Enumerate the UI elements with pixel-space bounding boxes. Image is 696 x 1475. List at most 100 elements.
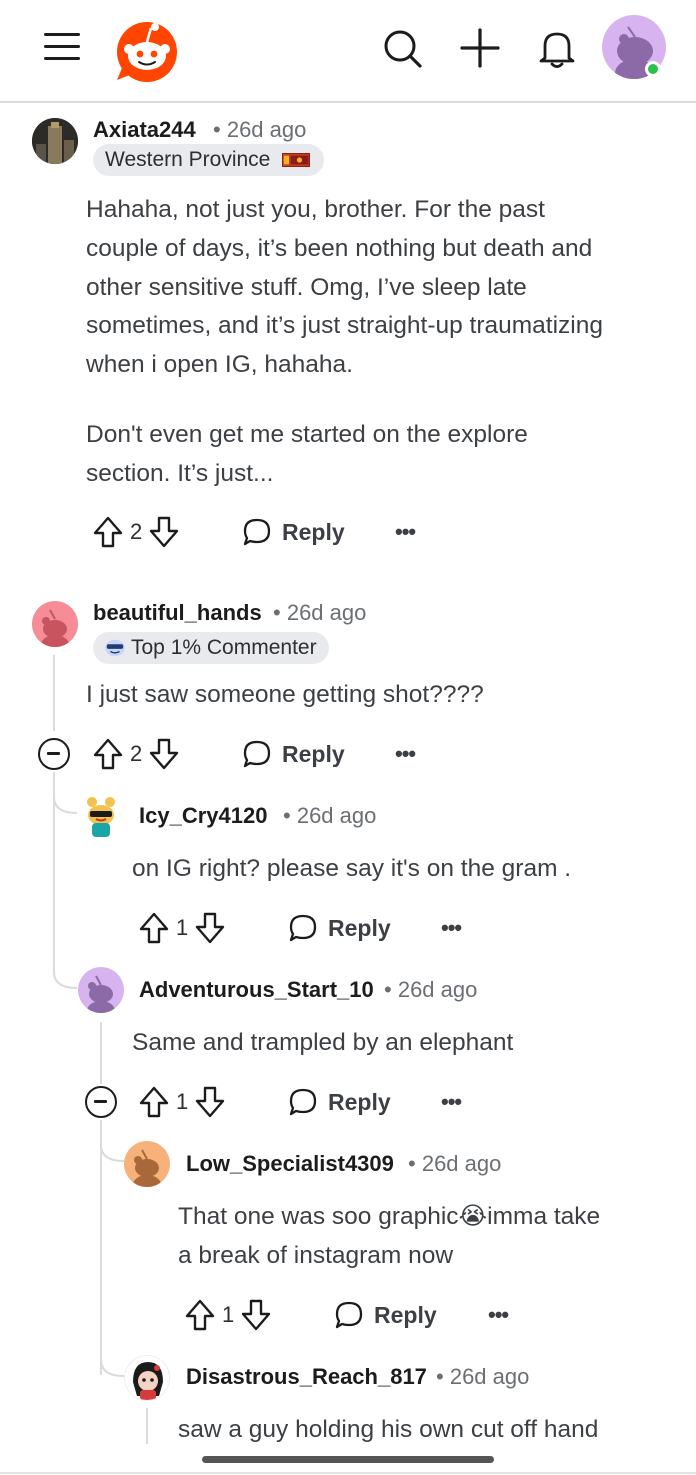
vote-count: 2 bbox=[130, 519, 143, 544]
comment-username[interactable]: Axiata244 bbox=[93, 117, 196, 143]
vote-controls: 1 bbox=[138, 908, 226, 948]
flair-text: Top 1% Commenter bbox=[131, 636, 317, 659]
upvote-icon[interactable] bbox=[138, 1085, 170, 1119]
comment-body: I just saw someone getting shot???? bbox=[86, 676, 484, 715]
comment-line bbox=[86, 385, 603, 416]
reply-button[interactable]: Reply bbox=[334, 1295, 437, 1335]
comment-age: • 26d ago bbox=[384, 977, 478, 1002]
flair-text: Western Province bbox=[105, 148, 271, 171]
thread-connector bbox=[53, 950, 78, 989]
comment-username[interactable]: Disastrous_Reach_817 bbox=[186, 1364, 427, 1390]
top-app-bar bbox=[0, 0, 696, 103]
upvote-icon[interactable] bbox=[138, 911, 170, 945]
home-indicator[interactable] bbox=[202, 1456, 494, 1463]
downvote-icon[interactable] bbox=[194, 1085, 226, 1119]
comment-age: • 26d ago bbox=[436, 1364, 530, 1389]
comment-username[interactable]: beautiful_hands bbox=[93, 600, 262, 626]
comment-age: • 26d ago bbox=[283, 803, 377, 828]
comment-age-text: 26d ago bbox=[449, 1364, 530, 1389]
vote-count: 1 bbox=[176, 1089, 189, 1114]
hamburger-menu-icon[interactable] bbox=[44, 33, 80, 61]
avatar[interactable] bbox=[32, 601, 78, 647]
comment-body: saw a guy holding his own cut off hand bbox=[178, 1411, 598, 1450]
search-icon[interactable] bbox=[380, 26, 424, 70]
comment-line: section. It’s just... bbox=[86, 459, 274, 487]
comment-line: Hahaha, not just you, brother. For the p… bbox=[86, 196, 545, 223]
more-options-icon[interactable]: ••• bbox=[395, 741, 416, 767]
thread-line bbox=[100, 1022, 102, 1084]
reply-label: Reply bbox=[282, 518, 345, 545]
comment-bubble-icon bbox=[243, 518, 271, 546]
more-options-icon[interactable]: ••• bbox=[488, 1302, 509, 1328]
comment-line: Same and trampled by an elephant bbox=[132, 1029, 514, 1056]
comment-age: • 26d ago bbox=[408, 1151, 502, 1176]
collapse-thread-icon[interactable] bbox=[85, 1086, 117, 1118]
reply-button[interactable]: Reply bbox=[288, 1082, 391, 1122]
comment-line: other sensitive stuff. Omg, I’ve sleep l… bbox=[86, 273, 527, 301]
avatar[interactable] bbox=[124, 1355, 170, 1401]
comment-line: sometimes, and it’s just straight-up tra… bbox=[86, 312, 603, 340]
vote-controls: 1 bbox=[138, 1082, 226, 1122]
top-commenter-icon bbox=[105, 639, 125, 657]
comment-age-text: 26d ago bbox=[397, 977, 478, 1002]
thread-connector bbox=[100, 1123, 125, 1162]
comment-line: a break of instagram now bbox=[178, 1241, 454, 1269]
vote-count: 1 bbox=[176, 915, 189, 940]
user-flair: Top 1% Commenter bbox=[93, 632, 329, 664]
plus-icon[interactable] bbox=[458, 26, 502, 70]
avatar[interactable] bbox=[124, 1141, 170, 1187]
comment-age-text: 26d ago bbox=[226, 117, 307, 142]
downvote-icon[interactable] bbox=[194, 911, 226, 945]
reply-button[interactable]: Reply bbox=[288, 908, 391, 948]
downvote-icon[interactable] bbox=[148, 515, 180, 549]
comment-line: I just saw someone getting shot???? bbox=[86, 681, 484, 708]
more-options-icon[interactable]: ••• bbox=[441, 1089, 462, 1115]
avatar[interactable] bbox=[32, 118, 78, 164]
bottom-divider bbox=[0, 1472, 696, 1474]
vote-controls: 2 bbox=[92, 734, 180, 774]
downvote-icon[interactable] bbox=[240, 1298, 272, 1332]
comment-username[interactable]: Low_Specialist4309 bbox=[186, 1151, 394, 1177]
comment-age: • 26d ago bbox=[213, 117, 307, 142]
comment-line: That one was soo graphic😭imma take bbox=[178, 1203, 601, 1230]
thread-line bbox=[146, 1408, 148, 1444]
upvote-icon[interactable] bbox=[184, 1298, 216, 1332]
comment-line: saw a guy holding his own cut off hand bbox=[178, 1416, 599, 1443]
vote-count: 1 bbox=[222, 1302, 235, 1327]
comment-age-text: 26d ago bbox=[296, 803, 377, 828]
online-status-dot bbox=[645, 61, 661, 77]
comment-age-text: 26d ago bbox=[286, 600, 367, 625]
comment-body: Hahaha, not just you, brother. For the p… bbox=[86, 191, 603, 494]
bell-icon[interactable] bbox=[535, 26, 579, 70]
reply-button[interactable]: Reply bbox=[242, 512, 345, 552]
comment-age: • 26d ago bbox=[273, 600, 367, 625]
downvote-icon[interactable] bbox=[148, 737, 180, 771]
upvote-icon[interactable] bbox=[92, 515, 124, 549]
reply-label: Reply bbox=[328, 914, 391, 941]
flag-icon bbox=[282, 153, 311, 167]
more-options-icon[interactable]: ••• bbox=[441, 915, 462, 941]
thread-connector bbox=[100, 1338, 125, 1377]
comment-username[interactable]: Adventurous_Start_10 bbox=[139, 977, 374, 1003]
comment-line: Don't even get me started on the explore bbox=[86, 420, 528, 448]
comment-body: That one was soo graphic😭imma take a bre… bbox=[178, 1198, 600, 1276]
comment-age-text: 26d ago bbox=[421, 1151, 502, 1176]
comment-body: Same and trampled by an elephant bbox=[132, 1024, 513, 1063]
avatar[interactable] bbox=[78, 967, 124, 1013]
comment-bubble-icon bbox=[335, 1301, 363, 1329]
comment-bubble-icon bbox=[243, 740, 271, 768]
comment-line: on IG right? please say it's on the gram… bbox=[132, 855, 572, 882]
reddit-logo-icon[interactable] bbox=[114, 16, 180, 82]
collapse-thread-icon[interactable] bbox=[38, 738, 70, 770]
avatar[interactable] bbox=[78, 793, 124, 839]
upvote-icon[interactable] bbox=[92, 737, 124, 771]
more-options-icon[interactable]: ••• bbox=[395, 519, 416, 545]
thread-connector bbox=[53, 775, 78, 814]
user-flair: Western Province bbox=[93, 144, 325, 176]
vote-count: 2 bbox=[130, 741, 143, 766]
comment-line: couple of days, it’s been nothing but de… bbox=[86, 234, 593, 262]
reply-label: Reply bbox=[328, 1088, 391, 1115]
comment-bubble-icon bbox=[289, 914, 317, 942]
comment-username[interactable]: Icy_Cry4120 bbox=[139, 803, 267, 829]
reply-button[interactable]: Reply bbox=[242, 734, 345, 774]
